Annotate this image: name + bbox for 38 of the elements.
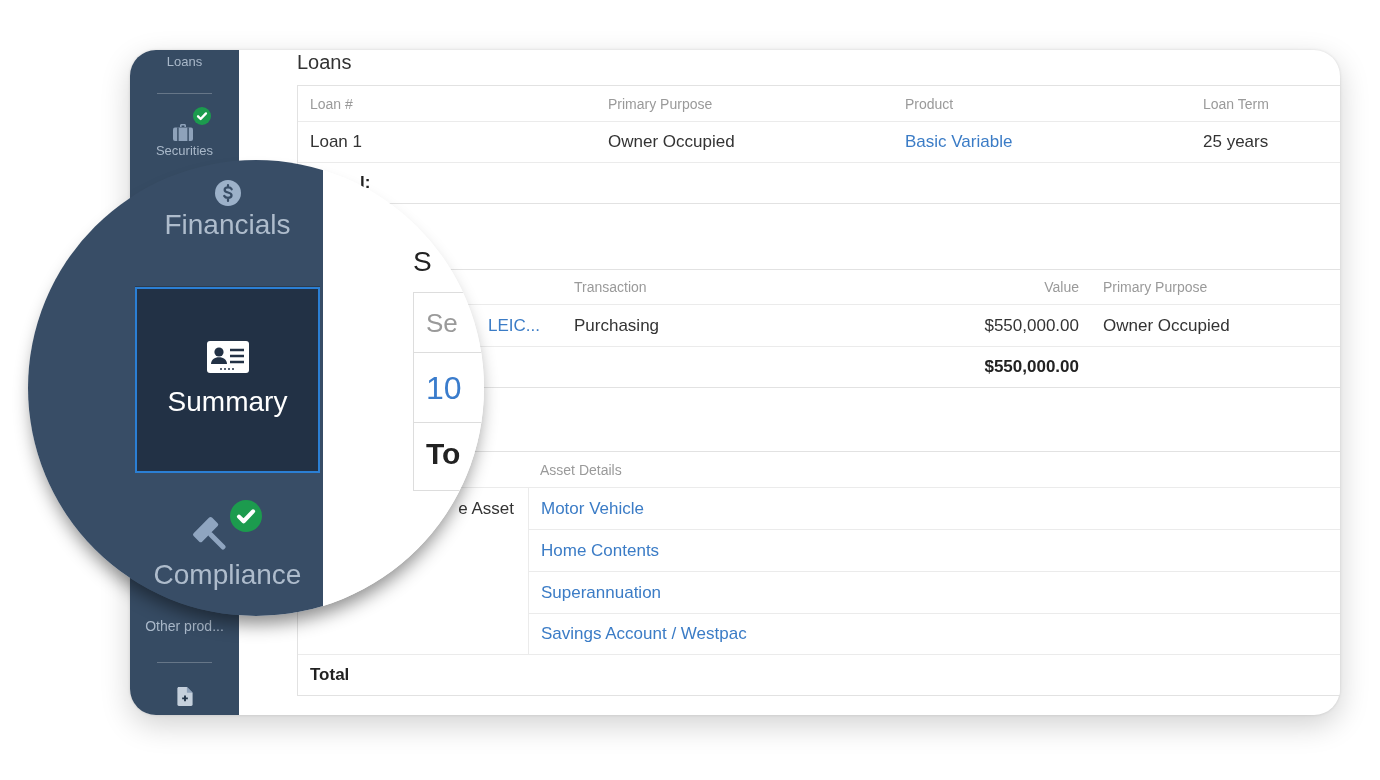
link[interactable]: Superannuation [541, 582, 662, 603]
column-header: Loan # [310, 95, 353, 112]
dollar-icon [214, 180, 241, 206]
column-header: Product [905, 95, 954, 112]
column-header: Transaction [574, 279, 647, 295]
total-label: Total [310, 665, 350, 684]
column-header: Primary Purpose [1103, 279, 1208, 295]
briefcase-icon [173, 124, 194, 141]
sidebar-item[interactable]: Securities [155, 107, 214, 158]
link[interactable]: Motor Vehicle [541, 498, 644, 519]
id-card-icon [206, 341, 249, 373]
table-cell: 25 years [1203, 132, 1269, 151]
section-title: Loans [297, 50, 353, 74]
column-header: Value [1044, 279, 1079, 295]
link[interactable]: Basic Variable [905, 132, 1013, 151]
column-header: Asset Details [540, 461, 622, 478]
link[interactable]: Savings Account / Westpac [541, 624, 747, 644]
total-value: $550,000.00 [984, 357, 1079, 376]
column-header: Primary Purpose [608, 95, 713, 112]
table-cell: Loan 1 [310, 132, 362, 151]
link[interactable]: 10 [426, 370, 462, 405]
sidebar-item[interactable]: Other prod... [145, 616, 224, 634]
table-cell: Purchasing [574, 315, 660, 335]
sidebar-item[interactable]: Financials [164, 180, 291, 242]
total-label: To [426, 436, 461, 472]
column-header: Loan Term [1203, 95, 1269, 112]
link[interactable]: Home Contents [541, 540, 660, 561]
link[interactable]: LEIC... [488, 315, 540, 335]
section-title: S [413, 246, 433, 278]
table-cell: Owner Occupied [1103, 315, 1230, 335]
table-cell: e Asset [458, 498, 514, 519]
sidebar-item[interactable]: Loans [166, 52, 203, 69]
sidebar-item[interactable]: Summary [135, 287, 320, 473]
table-cell: Owner Occupied [608, 132, 735, 151]
column-header: Se [426, 306, 458, 340]
sidebar-item[interactable]: Compliance [153, 500, 302, 592]
document-plus-icon[interactable] [176, 687, 193, 706]
table-cell: $550,000.00 [984, 315, 1079, 335]
